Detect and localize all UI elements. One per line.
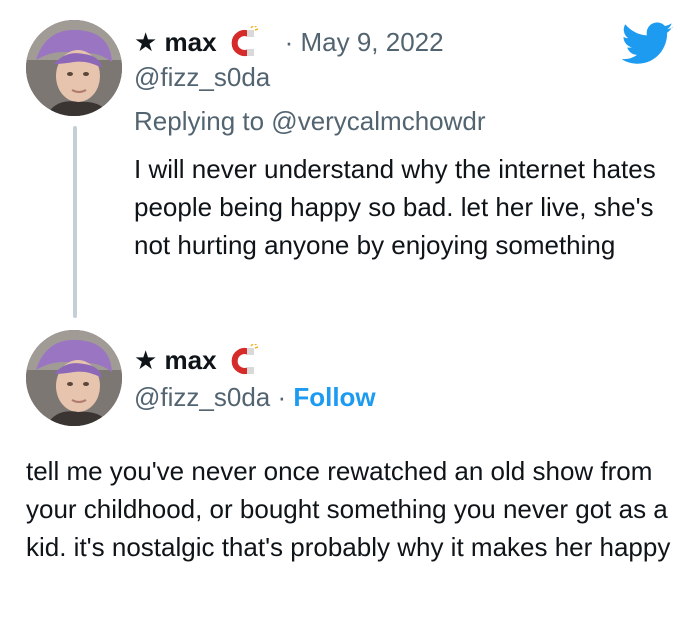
tweet2-header: ★ max [134, 342, 259, 376]
follow-button[interactable]: Follow [293, 382, 375, 412]
handle-separator: · [270, 382, 294, 412]
date-separator: · [284, 26, 294, 57]
magnet-icon [225, 342, 259, 376]
avatar[interactable] [26, 20, 122, 116]
avatar-image [26, 330, 122, 426]
magnet-icon [225, 24, 259, 58]
display-name[interactable]: ★ max [134, 27, 217, 58]
date-text: May 9, 2022 [300, 26, 444, 57]
twitter-bird-icon[interactable] [622, 22, 674, 66]
tweet-text: tell me you've never once rewatched an o… [26, 456, 671, 562]
avatar[interactable] [26, 330, 122, 426]
tweet-text: I will never understand why the internet… [134, 154, 656, 260]
avatar-image [26, 20, 122, 116]
tweet1-header: ★ max · May 9, 2022 [134, 24, 444, 58]
user-handle[interactable]: @fizz_s0da [134, 382, 270, 412]
tweet-date[interactable]: · May 9, 2022 [285, 27, 444, 58]
handle-follow-row: @fizz_s0da · Follow [134, 382, 376, 413]
display-name[interactable]: ★ max [134, 345, 217, 376]
thread-connector-line [73, 126, 77, 318]
user-handle[interactable]: @fizz_s0da [134, 62, 270, 93]
replying-to-text: Replying to @verycalmchowdr [134, 106, 486, 136]
